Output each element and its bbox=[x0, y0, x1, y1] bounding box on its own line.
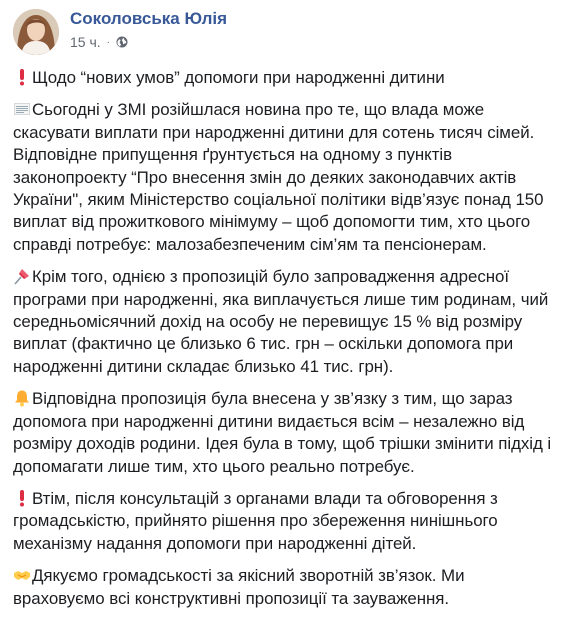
paragraph-line-first: Крім того, однією з пропозицій було запр… bbox=[13, 266, 575, 288]
author-name[interactable]: Соколовська Юлія bbox=[70, 8, 227, 30]
paragraph-line: Відповідне припущення ґрунтується на одн… bbox=[13, 145, 453, 165]
pushpin-icon bbox=[13, 267, 31, 285]
paragraph-line: виплат (фактично це близько 6 тис. грн –… bbox=[13, 334, 514, 354]
paragraph: Дякуємо громадськості за якісний зворотн… bbox=[13, 565, 575, 610]
paragraph-line: враховуємо всі конструктивні пропозиції … bbox=[13, 588, 450, 608]
paragraph-line: Сьогодні у ЗМІ розійшлася новина про те,… bbox=[32, 100, 485, 120]
paragraph: Сьогодні у ЗМІ розійшлася новина про те,… bbox=[13, 99, 575, 256]
paragraph-line: середньомісячний дохід на особу не перев… bbox=[13, 312, 523, 332]
paragraph-line-first: Сьогодні у ЗМІ розійшлася новина про те,… bbox=[13, 99, 575, 121]
paragraph-line: народженні дитини складає близько 41 тис… bbox=[13, 356, 394, 376]
post-timestamp[interactable]: 15 ч. bbox=[70, 34, 101, 50]
separator-dot: · bbox=[106, 36, 110, 48]
post-header: Соколовська Юлія 15 ч. · bbox=[13, 0, 575, 64]
globe-icon[interactable] bbox=[116, 36, 128, 48]
paragraph-line: програми при народженні, яка виплачуєтьс… bbox=[13, 289, 549, 309]
paragraph-line: громадськістю, прийнято рішення про збер… bbox=[13, 511, 498, 531]
paragraph-line: розміру доходів родини. Ідея була в тому… bbox=[13, 434, 552, 454]
paragraph-line: Крім того, однією з пропозицій було запр… bbox=[32, 267, 509, 287]
handshake-icon bbox=[13, 566, 31, 584]
paragraph: Крім того, однією з пропозицій було запр… bbox=[13, 266, 575, 378]
paragraph-line: Відповідна пропозиція була внесена у зв’… bbox=[32, 389, 513, 409]
paragraph-line-first: Втім, після консультацій з органами влад… bbox=[13, 488, 575, 510]
paragraph-line: України", яким Міністерство соціальної п… bbox=[13, 190, 544, 210]
paragraph-line: механізму надання допомоги при народженн… bbox=[13, 533, 417, 553]
paragraph-line: Щодо “нових умов” допомоги при народженн… bbox=[32, 68, 445, 87]
post-meta: Соколовська Юлія 15 ч. · bbox=[70, 7, 227, 50]
bell-icon bbox=[13, 389, 31, 407]
paragraph-line: Дякуємо громадськості за якісний зворотн… bbox=[32, 566, 465, 586]
paragraph-line: допомагати лише тим, хто цього реально п… bbox=[13, 456, 415, 476]
paragraph-line: справді потребує: малозабезпеченим сім’я… bbox=[13, 234, 487, 254]
post-subline: 15 ч. · bbox=[70, 34, 227, 50]
exclamation-icon bbox=[13, 68, 31, 86]
author-avatar[interactable] bbox=[13, 9, 59, 55]
post-body: Щодо “нових умов” допомоги при народженн… bbox=[13, 67, 575, 610]
paragraph-line: скасувати виплати при народженні дитини … bbox=[13, 122, 535, 142]
paragraph-line: законопроекту “Про внесення змін до деяк… bbox=[13, 167, 517, 187]
paragraph-line: виплат від прожиткового мінімуму – щоб д… bbox=[13, 212, 531, 232]
exclamation-icon bbox=[13, 489, 31, 507]
paragraph: Відповідна пропозиція була внесена у зв’… bbox=[13, 388, 575, 478]
newspaper-icon bbox=[13, 100, 31, 118]
paragraph: Щодо “нових умов” допомоги при народженн… bbox=[13, 67, 575, 89]
paragraph-line-first: Дякуємо громадськості за якісний зворотн… bbox=[13, 565, 575, 587]
paragraph-line-first: Відповідна пропозиція була внесена у зв’… bbox=[13, 388, 575, 410]
paragraph-line: Втім, після консультацій з органами влад… bbox=[32, 488, 498, 508]
paragraph-line: допомога при народженні дитини видається… bbox=[13, 411, 525, 431]
paragraph: Втім, після консультацій з органами влад… bbox=[13, 488, 575, 555]
facebook-post: Соколовська Юлія 15 ч. · Щодо “нових умо… bbox=[0, 0, 587, 636]
